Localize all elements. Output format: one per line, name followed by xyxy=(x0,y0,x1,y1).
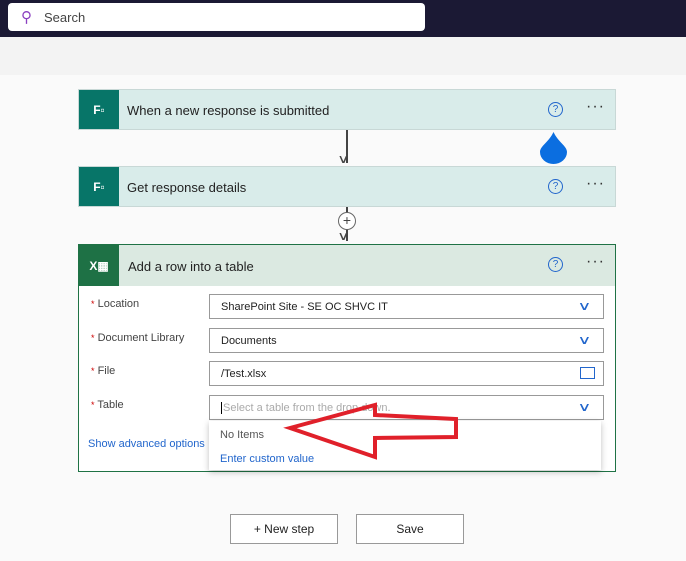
help-icon[interactable]: ? xyxy=(548,257,563,272)
insert-step-button[interactable]: + xyxy=(338,212,356,230)
folder-icon[interactable] xyxy=(580,367,595,379)
arrow-head-icon: ∨ xyxy=(337,229,350,243)
table-label: * Table xyxy=(91,399,124,411)
forms-icon: F▫ xyxy=(79,90,119,129)
drop-cursor-icon xyxy=(540,132,567,164)
trigger-step-card[interactable]: F▫ When a new response is submitted ? ··… xyxy=(78,89,616,130)
chevron-down-icon: ∨ xyxy=(577,299,592,313)
new-step-button[interactable]: + New step xyxy=(230,514,338,544)
action-header[interactable]: X▦ Add a row into a table ? ··· xyxy=(79,245,615,286)
more-options-icon[interactable]: ··· xyxy=(586,98,605,116)
file-label: * File xyxy=(91,365,116,377)
location-dropdown[interactable]: SharePoint Site - SE OC SHVC IT ∨ xyxy=(209,294,604,319)
help-icon[interactable]: ? xyxy=(548,179,563,194)
action-title: Add a row into a table xyxy=(128,259,254,274)
search-icon: ⚲ xyxy=(21,9,32,26)
more-options-icon[interactable]: ··· xyxy=(586,175,605,193)
save-button[interactable]: Save xyxy=(356,514,464,544)
show-advanced-options-link[interactable]: Show advanced options xyxy=(88,438,205,450)
toolbar-band xyxy=(0,37,686,75)
step-title: Get response details xyxy=(127,180,247,195)
excel-icon: X▦ xyxy=(79,245,119,286)
more-options-icon[interactable]: ··· xyxy=(586,253,605,271)
no-items-option: No Items xyxy=(220,429,265,441)
search-box[interactable]: ⚲ Search xyxy=(8,3,425,31)
location-label: * Location xyxy=(91,298,140,310)
help-icon[interactable]: ? xyxy=(548,102,563,117)
forms-icon: F▫ xyxy=(79,167,119,206)
chevron-down-icon: ∨ xyxy=(577,400,592,414)
arrow-head-icon: ∨ xyxy=(337,152,350,166)
document-library-label: * Document Library xyxy=(91,332,185,344)
top-bar: ⚲ Search xyxy=(0,0,686,37)
red-arrow-annotation xyxy=(283,402,458,460)
search-input[interactable]: Search xyxy=(44,10,85,25)
chevron-down-icon: ∨ xyxy=(577,333,592,347)
file-input[interactable]: /Test.xlsx xyxy=(209,361,604,386)
step-title: When a new response is submitted xyxy=(127,103,330,118)
get-response-step-card[interactable]: F▫ Get response details ? ··· xyxy=(78,166,616,207)
document-library-dropdown[interactable]: Documents ∨ xyxy=(209,328,604,353)
